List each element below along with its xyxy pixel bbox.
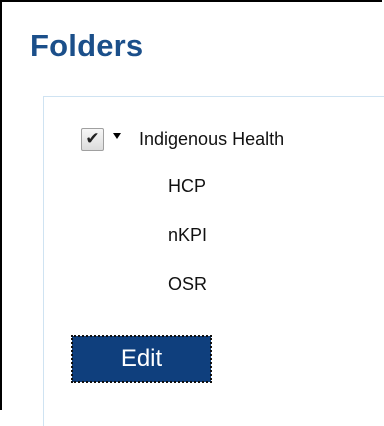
edit-button[interactable]: Edit: [71, 335, 212, 383]
tree-node-indigenous-health[interactable]: ✔ Indigenous Health: [81, 126, 284, 152]
tree-node-label[interactable]: Indigenous Health: [139, 129, 284, 150]
tree-child-osr[interactable]: OSR: [168, 274, 207, 295]
tree-child-nkpi[interactable]: nKPI: [168, 225, 207, 246]
folder-checkbox[interactable]: ✔: [81, 127, 104, 151]
caret-down-icon[interactable]: [113, 133, 121, 139]
checkmark-icon: ✔: [85, 128, 100, 149]
tree-child-hcp[interactable]: HCP: [168, 176, 206, 197]
page-title: Folders: [30, 28, 144, 63]
